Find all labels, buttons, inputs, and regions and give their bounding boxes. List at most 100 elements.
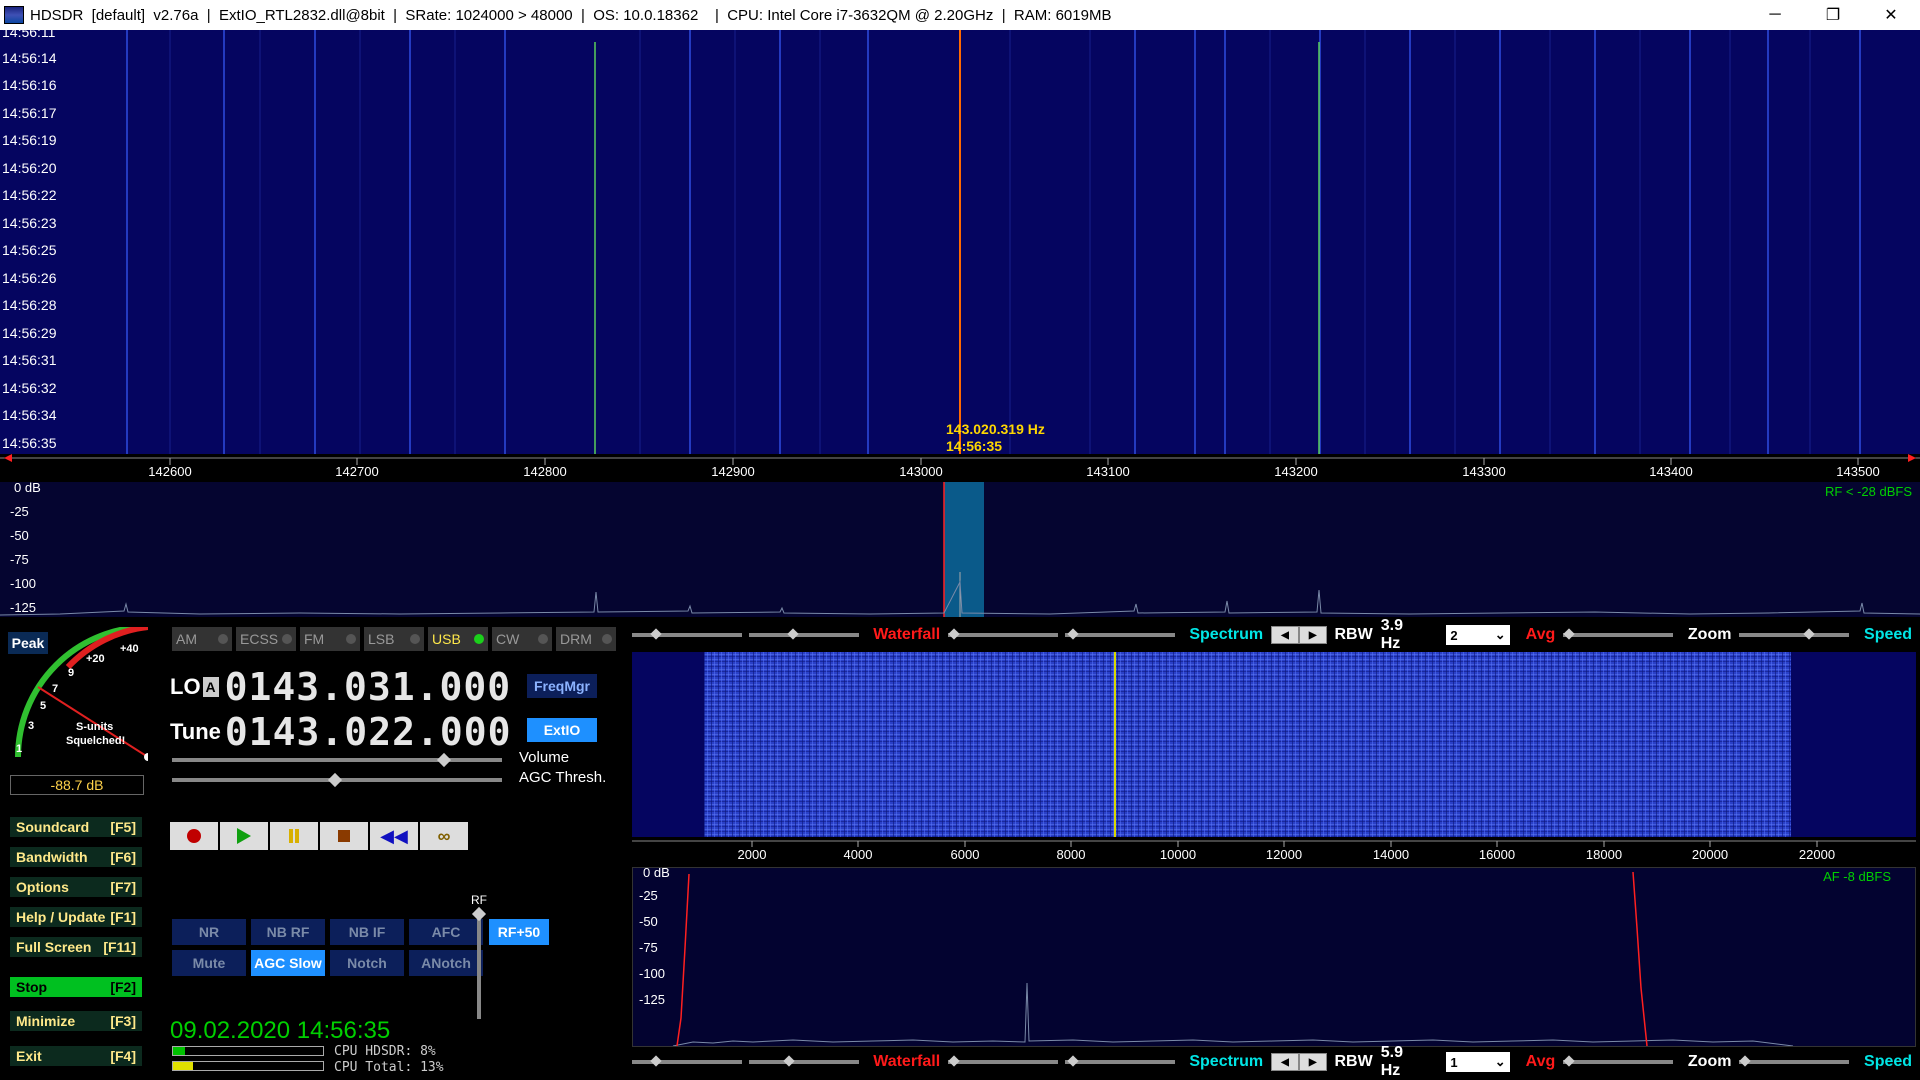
volume-slider-thumb[interactable] (436, 752, 452, 768)
mode-led-icon (282, 634, 292, 644)
frequency-tick-label: 142700 (335, 464, 379, 479)
af-waterfall-brightness-slider[interactable] (748, 1055, 859, 1069)
options-button[interactable]: Options [F7] (10, 877, 142, 899)
time-label: 14:56:16 (2, 77, 57, 93)
time-label: 14:56:26 (2, 270, 57, 286)
peak-button[interactable]: Peak (8, 632, 48, 654)
help-update-button[interactable]: Help / Update [F1] (10, 907, 142, 929)
frequency-scale[interactable]: 142600 142700 142800 142900 143000 14310… (0, 454, 1920, 482)
af-waterfall[interactable] (632, 652, 1916, 837)
af-tick-label: 12000 (1265, 847, 1303, 862)
window-title: HDSDR [default] v2.76a | ExtIO_RTL2832.d… (30, 6, 1112, 24)
lo-label: LO (170, 674, 201, 699)
button-label: Minimize (16, 1013, 76, 1029)
af-spectrum[interactable]: 0 dB -25 -50 -75 -100 -125 AF -8 dBFS (632, 867, 1916, 1047)
smeter-scale-label: 1 (16, 743, 23, 755)
af-rbw-increase-button[interactable]: ▶ (1298, 1053, 1327, 1071)
record-button[interactable] (170, 822, 218, 850)
play-button[interactable] (220, 822, 268, 850)
mode-ecss-button[interactable]: ECSS (236, 627, 296, 651)
rf-rbw-increase-button[interactable]: ▶ (1298, 626, 1327, 644)
frequency-tick-label: 143400 (1649, 464, 1693, 479)
mode-fm-button[interactable]: FM (300, 627, 360, 651)
af-display-controls: Waterfall Spectrum ◀ ▶ RBW 5.9 Hz 1 ⌄ Avg… (632, 1044, 1920, 1079)
rf-gain-slider[interactable] (477, 909, 481, 1019)
rf-zoom-slider[interactable] (1739, 628, 1850, 642)
rf-waterfall-contrast-slider[interactable] (632, 628, 742, 642)
freqmgr-button[interactable]: FreqMgr (527, 674, 597, 698)
frequency-tick-label: 143500 (1836, 464, 1880, 479)
af-spectrum-brightness-slider[interactable] (1064, 1055, 1175, 1069)
rf-rbw-decrease-button[interactable]: ◀ (1271, 626, 1299, 644)
mode-lsb-button[interactable]: LSB (364, 627, 424, 651)
restore-window-button[interactable]: ❐ (1804, 0, 1862, 30)
af-zoom-slider[interactable] (1739, 1055, 1850, 1069)
af-tick-label: 2000 (737, 847, 767, 862)
rf-avg-select[interactable]: 2 ⌄ (1446, 625, 1510, 645)
loop-button[interactable]: ∞ (420, 822, 468, 850)
af-avg-select[interactable]: 1 ⌄ (1446, 1052, 1510, 1072)
left-arrow-icon: ◀ (1281, 629, 1289, 641)
minimize-window-button[interactable]: ─ (1746, 0, 1804, 30)
rf-gain-button[interactable]: RF+50 (489, 919, 549, 945)
agc-slow-button[interactable]: AGC Slow (251, 950, 325, 976)
af-rbw-decrease-button[interactable]: ◀ (1271, 1053, 1299, 1071)
pause-button[interactable] (270, 822, 318, 850)
rf-avg-label: Avg (1525, 626, 1556, 643)
af-waterfall-contrast-slider[interactable] (632, 1055, 742, 1069)
db-label: -100 (10, 576, 37, 591)
db-label: -125 (10, 600, 37, 615)
db-label: 0 dB (14, 482, 41, 495)
close-window-button[interactable]: ✕ (1862, 0, 1920, 30)
frequency-tick-label: 143200 (1274, 464, 1318, 479)
button-label: Full Screen (16, 939, 92, 955)
af-frequency-scale[interactable]: 2000 4000 6000 8000 10000 12000 14000 16… (632, 837, 1916, 867)
full-screen-button[interactable]: Full Screen [F11] (10, 937, 142, 959)
rf-spectrum-plot (0, 482, 1920, 617)
af-tick-label: 4000 (843, 847, 873, 862)
rewind-button[interactable]: ◀◀ (370, 822, 418, 850)
right-arrow-icon: ▶ (1308, 629, 1317, 641)
rf-waterfall[interactable]: 14:56:11 14:56:14 14:56:16 14:56:17 14:5… (0, 30, 1920, 454)
extio-button[interactable]: ExtIO (527, 718, 597, 742)
rf-avg-slider[interactable] (1563, 628, 1674, 642)
bandwidth-button[interactable]: Bandwidth [F6] (10, 847, 142, 869)
rf-spectrum-brightness-slider[interactable] (1064, 628, 1175, 642)
anotch-button[interactable]: ANotch (409, 950, 483, 976)
rf-spectrum[interactable]: 0 dB -25 -50 -75 -100 -125 RF < -28 dBFS (0, 482, 1920, 617)
rf-spectrum-contrast-slider[interactable] (948, 628, 1059, 642)
soundcard-button[interactable]: Soundcard [F5] (10, 817, 142, 839)
af-tick-label: 22000 (1798, 847, 1836, 862)
waterfall-lines (126, 30, 1861, 454)
mode-led-icon (346, 634, 356, 644)
time-label: 14:56:32 (2, 380, 57, 396)
af-avg-slider[interactable] (1563, 1055, 1674, 1069)
mode-label: AM (176, 631, 197, 647)
mode-led-icon (602, 634, 612, 644)
mode-am-button[interactable]: AM (172, 627, 232, 651)
volume-slider[interactable] (172, 758, 502, 762)
mute-button[interactable]: Mute (172, 950, 246, 976)
notch-button[interactable]: Notch (330, 950, 404, 976)
mode-usb-button[interactable]: USB (428, 627, 488, 651)
af-db-label: -75 (639, 940, 658, 955)
exit-button[interactable]: Exit [F4] (10, 1046, 142, 1068)
stop-playback-button[interactable] (320, 822, 368, 850)
agc-threshold-slider-thumb[interactable] (327, 772, 343, 788)
stop-button[interactable]: Stop [F2] (10, 977, 142, 999)
mode-drm-button[interactable]: DRM (556, 627, 616, 651)
mode-led-icon (538, 634, 548, 644)
tune-frequency-display[interactable]: 0143.022.000 (225, 710, 512, 754)
lo-frequency-display[interactable]: 0143.031.000 (225, 665, 512, 709)
button-label: Soundcard (16, 819, 90, 835)
nr-button[interactable]: NR (172, 919, 246, 945)
transport-controls: ◀◀ ∞ (170, 822, 468, 850)
rf-waterfall-brightness-slider[interactable] (748, 628, 859, 642)
mode-cw-button[interactable]: CW (492, 627, 552, 651)
lo-bank-button[interactable]: A (202, 677, 219, 697)
af-spectrum-contrast-slider[interactable] (948, 1055, 1059, 1069)
nb-rf-button[interactable]: NB RF (251, 919, 325, 945)
nb-if-button[interactable]: NB IF (330, 919, 404, 945)
minimize-button[interactable]: Minimize [F3] (10, 1011, 142, 1033)
afc-button[interactable]: AFC (409, 919, 483, 945)
